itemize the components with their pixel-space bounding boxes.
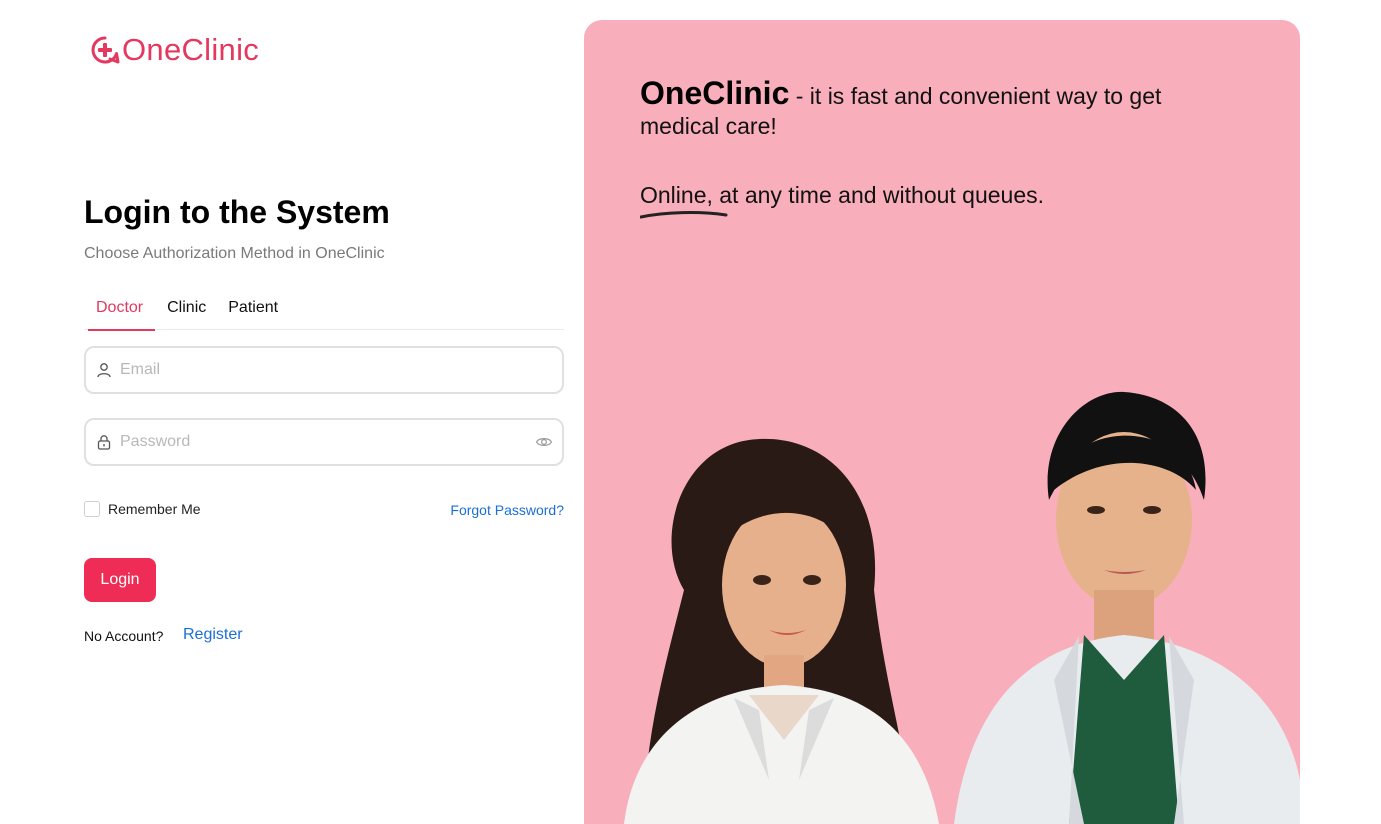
email-input[interactable] <box>120 361 562 379</box>
page-subtitle: Choose Authorization Method in OneClinic <box>84 245 385 262</box>
brand-logo[interactable]: OneClinic <box>89 32 259 68</box>
remember-me-checkbox[interactable] <box>84 501 100 517</box>
remember-me[interactable]: Remember Me <box>84 501 201 517</box>
remember-me-label: Remember Me <box>108 501 201 517</box>
password-field[interactable] <box>84 418 564 466</box>
no-account-text: No Account? <box>84 628 164 644</box>
user-icon <box>97 363 111 378</box>
email-field[interactable] <box>84 346 564 394</box>
female-doctor <box>624 438 939 824</box>
medical-cross-bubble-icon <box>91 36 120 64</box>
hero-panel: OneClinic - it is fast and convenient wa… <box>584 20 1300 824</box>
hero-tagline: OneClinic - it is fast and convenient wa… <box>640 75 1220 141</box>
login-button[interactable]: Login <box>84 558 156 602</box>
password-input[interactable] <box>120 433 535 451</box>
hero-subline: Online, at any time and without queues. <box>640 182 1045 208</box>
underline-stroke <box>640 211 728 219</box>
male-doctor <box>954 391 1300 824</box>
tab-clinic[interactable]: Clinic <box>167 292 206 330</box>
doctors-illustration <box>624 391 1300 824</box>
tab-doctor[interactable]: Doctor <box>84 292 156 331</box>
auth-method-tabs: Doctor Clinic Patient <box>84 292 564 331</box>
forgot-password-link[interactable]: Forgot Password? <box>450 502 564 518</box>
eye-icon[interactable] <box>535 433 553 451</box>
tab-patient[interactable]: Patient <box>228 292 278 330</box>
login-page: OneClinic Login to the System Choose Aut… <box>0 0 1381 824</box>
lock-icon <box>97 435 111 450</box>
register-link[interactable]: Register <box>183 626 243 644</box>
logo-text: OneClinic <box>122 32 260 67</box>
hero-brand: OneClinic <box>640 75 790 111</box>
page-title: Login to the System <box>84 194 390 230</box>
